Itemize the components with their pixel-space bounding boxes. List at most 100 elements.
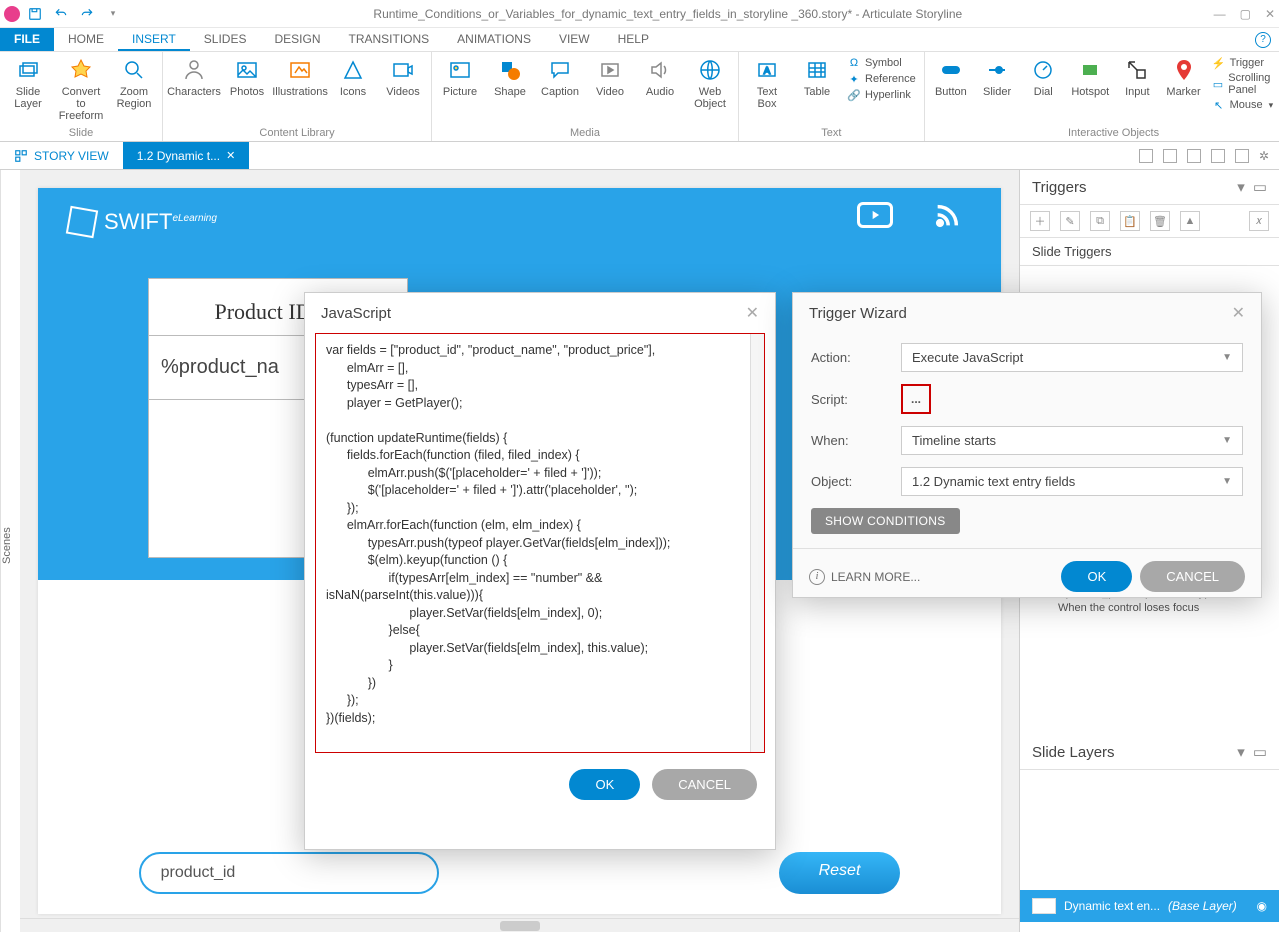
js-dialog-close-icon[interactable]: ✕ [746, 303, 759, 323]
zoom-region-button[interactable]: ZoomRegion [114, 56, 154, 110]
close-button[interactable]: ✕ [1265, 7, 1275, 21]
tw-ok-button[interactable]: OK [1061, 561, 1132, 592]
triggers-panel-header: Triggers ▾▭ [1020, 170, 1279, 205]
qat-dropdown-icon[interactable]: ▾ [104, 5, 122, 23]
shape-button[interactable]: Shape [490, 56, 530, 98]
input-icon [1123, 56, 1151, 84]
action-label: Action: [811, 350, 901, 365]
convert-freeform-button[interactable]: Convert toFreeform [58, 56, 104, 122]
caption-icon [546, 56, 574, 84]
variables-icon[interactable]: 𝑥 [1249, 211, 1269, 231]
button-button[interactable]: Button [933, 56, 969, 98]
icons-button[interactable]: Icons [333, 56, 373, 98]
layer-icon [14, 56, 42, 84]
illustrations-button[interactable]: Illustrations [277, 56, 323, 98]
input-button[interactable]: Input [1119, 56, 1155, 98]
device-phone-landscape-icon[interactable] [1211, 149, 1225, 163]
minimize-button[interactable]: — [1214, 7, 1226, 21]
action-select[interactable]: Execute JavaScript▼ [901, 343, 1243, 372]
trigger-button[interactable]: ⚡Trigger [1212, 56, 1279, 70]
js-ok-button[interactable]: OK [569, 769, 640, 800]
hyperlink-button[interactable]: 🔗Hyperlink [847, 88, 916, 102]
undo-icon[interactable] [52, 5, 70, 23]
javascript-code-textarea[interactable]: var fields = ["product_id", "product_nam… [315, 333, 765, 753]
tab-home[interactable]: HOME [54, 28, 118, 51]
maximize-button[interactable]: ▢ [1240, 7, 1251, 21]
videos-icon [389, 56, 417, 84]
redo-icon[interactable] [78, 5, 96, 23]
base-layer-chip[interactable]: Dynamic text en... (Base Layer) ◉ [1020, 890, 1279, 922]
tab-insert[interactable]: INSERT [118, 28, 190, 51]
close-tab-icon[interactable]: ✕ [226, 149, 235, 162]
reference-button[interactable]: ✦Reference [847, 72, 916, 86]
copy-trigger-icon[interactable]: ⧉ [1090, 211, 1110, 231]
add-trigger-icon[interactable]: ＋ [1030, 211, 1050, 231]
learn-more-link[interactable]: iLEARN MORE... [809, 569, 920, 585]
object-select[interactable]: 1.2 Dynamic text entry fields▼ [901, 467, 1243, 496]
panel-menu-icon[interactable]: ▾ [1237, 178, 1245, 196]
device-phone-portrait-icon[interactable] [1235, 149, 1249, 163]
rss-icon [933, 202, 961, 230]
save-icon[interactable] [26, 5, 44, 23]
visibility-icon[interactable]: ◉ [1257, 899, 1267, 913]
script-edit-button[interactable]: ... [901, 384, 931, 414]
videos-button[interactable]: Videos [383, 56, 423, 98]
dial-button[interactable]: Dial [1025, 56, 1061, 98]
ribbon-group-text: ATextBox Table ΩSymbol ✦Reference 🔗Hyper… [739, 52, 925, 141]
characters-button[interactable]: Characters [171, 56, 217, 98]
caption-button[interactable]: Caption [540, 56, 580, 98]
tw-dialog-close-icon[interactable]: ✕ [1232, 303, 1245, 323]
settings-icon[interactable]: ✲ [1259, 149, 1269, 163]
chevron-down-icon: ▼ [1222, 435, 1232, 446]
triggers-toolbar: ＋ ✎ ⧉ 📋 🗑 ▲ 𝑥 [1020, 205, 1279, 238]
layers-expand-icon[interactable]: ▭ [1253, 743, 1267, 761]
show-conditions-button[interactable]: SHOW CONDITIONS [811, 508, 960, 534]
delete-trigger-icon[interactable]: 🗑 [1150, 211, 1170, 231]
photo-icon [233, 56, 261, 84]
js-cancel-button[interactable]: CANCEL [652, 769, 757, 800]
marker-button[interactable]: Marker [1165, 56, 1201, 98]
slide-layer-button[interactable]: SlideLayer [8, 56, 48, 110]
marker-icon [1170, 56, 1198, 84]
tab-help[interactable]: HELP [604, 28, 663, 51]
symbol-button[interactable]: ΩSymbol [847, 56, 916, 70]
table-icon [803, 56, 831, 84]
when-label: When: [811, 433, 901, 448]
web-object-button[interactable]: WebObject [690, 56, 730, 110]
when-select[interactable]: Timeline starts▼ [901, 426, 1243, 455]
scenes-rail[interactable]: Scenes [0, 170, 20, 932]
slider-button[interactable]: Slider [979, 56, 1015, 98]
reset-button[interactable]: Reset [779, 852, 901, 894]
device-tablet-portrait-icon[interactable] [1187, 149, 1201, 163]
slide-tab[interactable]: 1.2 Dynamic t...✕ [123, 142, 250, 169]
table-button[interactable]: Table [797, 56, 837, 98]
photos-button[interactable]: Photos [227, 56, 267, 98]
text-box-button[interactable]: ATextBox [747, 56, 787, 110]
move-up-icon[interactable]: ▲ [1180, 211, 1200, 231]
device-desktop-icon[interactable] [1139, 149, 1153, 163]
product-id-input[interactable]: product_id [139, 852, 439, 894]
hotspot-button[interactable]: Hotspot [1071, 56, 1109, 98]
panel-expand-icon[interactable]: ▭ [1253, 178, 1267, 196]
tw-cancel-button[interactable]: CANCEL [1140, 561, 1245, 592]
tab-file[interactable]: FILE [0, 28, 54, 51]
tab-slides[interactable]: SLIDES [190, 28, 261, 51]
edit-trigger-icon[interactable]: ✎ [1060, 211, 1080, 231]
picture-button[interactable]: Picture [440, 56, 480, 98]
tab-animations[interactable]: ANIMATIONS [443, 28, 545, 51]
layers-menu-icon[interactable]: ▾ [1237, 743, 1245, 761]
ribbon: SlideLayer Convert toFreeform ZoomRegion… [0, 52, 1279, 142]
tab-view[interactable]: VIEW [545, 28, 604, 51]
help-icon[interactable]: ? [1255, 32, 1271, 48]
code-scrollbar[interactable] [750, 334, 764, 752]
device-tablet-landscape-icon[interactable] [1163, 149, 1177, 163]
tab-design[interactable]: DESIGN [260, 28, 334, 51]
tab-transitions[interactable]: TRANSITIONS [335, 28, 444, 51]
mouse-button[interactable]: ↖Mouse▾ [1212, 98, 1279, 112]
horizontal-scrollbar[interactable] [20, 918, 1019, 932]
audio-button[interactable]: Audio [640, 56, 680, 98]
scrolling-panel-button[interactable]: ▭Scrolling Panel [1212, 72, 1279, 96]
story-view-tab[interactable]: STORY VIEW [0, 142, 123, 169]
paste-trigger-icon[interactable]: 📋 [1120, 211, 1140, 231]
video-button[interactable]: Video [590, 56, 630, 98]
